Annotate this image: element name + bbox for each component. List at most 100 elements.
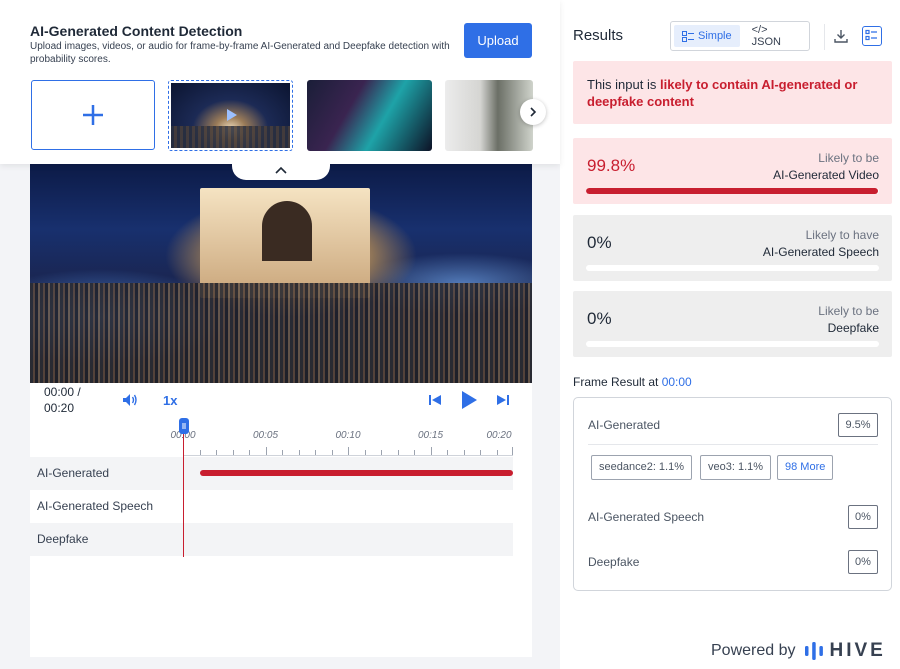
frame-timestamp-link[interactable]: 00:00 xyxy=(662,375,692,389)
frame-deepfake-value: 0% xyxy=(848,550,878,574)
play-icon xyxy=(227,109,237,121)
media-thumbnail-selected[interactable] xyxy=(168,80,293,151)
play-button[interactable] xyxy=(460,390,478,410)
score-label-line2: AI-Generated Speech xyxy=(762,245,879,259)
collapse-header-button[interactable] xyxy=(232,160,330,180)
frame-speech-value: 0% xyxy=(848,505,878,529)
frame-divider xyxy=(588,444,878,445)
chevron-up-icon xyxy=(275,166,287,174)
plus-icon xyxy=(83,105,103,125)
hive-wordmark: HIVE xyxy=(829,640,886,661)
next-button[interactable] xyxy=(496,393,510,407)
frame-ai-label: AI-Generated xyxy=(588,418,661,432)
ai-detection-segment[interactable] xyxy=(200,470,513,476)
toggle-simple-label: Simple xyxy=(698,30,732,42)
score-bar-fill xyxy=(586,188,879,194)
video-player[interactable] xyxy=(30,163,532,383)
previous-button[interactable] xyxy=(428,393,442,407)
page-description: Upload images, videos, or audio for fram… xyxy=(30,41,450,65)
play-icon xyxy=(462,391,477,409)
frame-ai-value: 9.5% xyxy=(838,413,878,437)
timeline-tick xyxy=(480,450,481,455)
timeline-ruler[interactable]: 00:0000:0500:1000:1500:20 xyxy=(170,428,513,458)
frame-result-heading: Frame Result at 00:00 xyxy=(573,375,692,389)
powered-by-text: Powered by xyxy=(711,642,796,659)
track-label: AI-Generated Speech xyxy=(37,499,154,513)
media-thumbnail[interactable] xyxy=(307,80,432,151)
score-bar-track xyxy=(586,341,879,347)
timeline-tick xyxy=(265,447,267,455)
timeline-tick xyxy=(512,447,513,455)
timeline-tick xyxy=(199,450,201,455)
timeline-tick xyxy=(348,447,349,455)
verdict-banner: This input is likely to contain AI-gener… xyxy=(573,61,892,124)
timeline-tick xyxy=(315,450,316,455)
timeline-tick xyxy=(381,450,382,455)
frame-speech-label: AI-Generated Speech xyxy=(588,510,705,524)
track-deepfake: Deepfake xyxy=(30,523,513,556)
score-card-deepfake: 0% Likely to be Deepfake xyxy=(573,291,892,357)
left-panel: AI-Generated Content Detection Upload im… xyxy=(0,0,560,669)
time-display: 00:00 / 00:20 xyxy=(44,385,81,415)
timeline-tick xyxy=(331,450,333,455)
timeline-tick-label: 00:10 xyxy=(335,430,361,441)
timeline-tick-label: 00:05 xyxy=(252,430,279,441)
volume-icon xyxy=(123,394,137,406)
score-card-ai-speech: 0% Likely to have AI-Generated Speech xyxy=(573,215,892,281)
timeline-tick xyxy=(249,450,250,455)
playback-speed-button[interactable]: 1x xyxy=(163,393,177,408)
page-title: AI-Generated Content Detection xyxy=(30,23,243,39)
score-value: 99.8% xyxy=(587,156,636,175)
model-chip: seedance2: 1.1% xyxy=(591,455,693,480)
hive-logo[interactable]: HIVE xyxy=(804,640,886,662)
track-ai-speech: AI-Generated Speech xyxy=(30,490,513,523)
upload-button[interactable]: Upload xyxy=(464,23,532,58)
score-value: 0% xyxy=(587,309,612,328)
panel-view-button[interactable] xyxy=(862,26,882,46)
frame-heading-text: Frame Result at xyxy=(573,375,662,389)
skip-back-icon xyxy=(429,395,441,405)
score-value: 0% xyxy=(587,233,612,252)
video-crowd xyxy=(30,283,532,383)
verdict-prefix: This input is xyxy=(587,77,660,92)
frame-deepfake-label: Deepfake xyxy=(588,555,640,569)
score-label-line2: Deepfake xyxy=(827,321,879,335)
hive-mark-icon xyxy=(804,642,823,660)
timeline-tick xyxy=(463,450,465,455)
score-label-line1: Likely to have xyxy=(805,228,879,242)
chevron-right-icon xyxy=(530,107,537,117)
list-icon xyxy=(682,30,694,42)
add-media-tile[interactable] xyxy=(31,80,155,150)
thumbnail-image xyxy=(171,83,290,148)
score-label: Likely to have AI-Generated Speech xyxy=(763,227,879,261)
download-button[interactable] xyxy=(834,29,848,43)
view-toggle: Simple </> JSON xyxy=(670,21,810,51)
powered-by-footer: Powered by HIVE xyxy=(711,640,886,662)
playhead-handle[interactable] xyxy=(179,418,189,434)
timeline-tick xyxy=(216,450,217,455)
score-label-line1: Likely to be xyxy=(818,151,879,165)
timeline-tick xyxy=(447,450,448,455)
toggle-json-label: </> JSON xyxy=(751,24,781,48)
score-bar-track xyxy=(586,188,879,194)
track-label: AI-Generated xyxy=(37,466,110,480)
toggle-json[interactable]: </> JSON xyxy=(744,24,806,48)
volume-button[interactable] xyxy=(122,392,138,408)
video-arch xyxy=(262,201,312,261)
download-icon xyxy=(834,30,848,43)
upload-header: AI-Generated Content Detection Upload im… xyxy=(0,0,560,164)
timeline-tick xyxy=(298,450,300,455)
timeline-tick xyxy=(364,450,366,455)
ruler-baseline xyxy=(183,455,513,456)
score-label: Likely to be AI-Generated Video xyxy=(773,150,879,184)
timeline-tick xyxy=(414,450,415,455)
score-label-line2: AI-Generated Video xyxy=(773,168,879,182)
model-chip: veo3: 1.1% xyxy=(700,455,772,480)
timeline-tick-label: 00:20 xyxy=(486,430,512,441)
playhead-line xyxy=(183,434,184,557)
toggle-simple[interactable]: Simple xyxy=(674,25,740,47)
score-bar-track xyxy=(586,265,879,271)
toolbar-divider xyxy=(824,24,825,50)
more-models-button[interactable]: 98 More xyxy=(777,455,834,480)
carousel-next-button[interactable] xyxy=(520,99,546,125)
